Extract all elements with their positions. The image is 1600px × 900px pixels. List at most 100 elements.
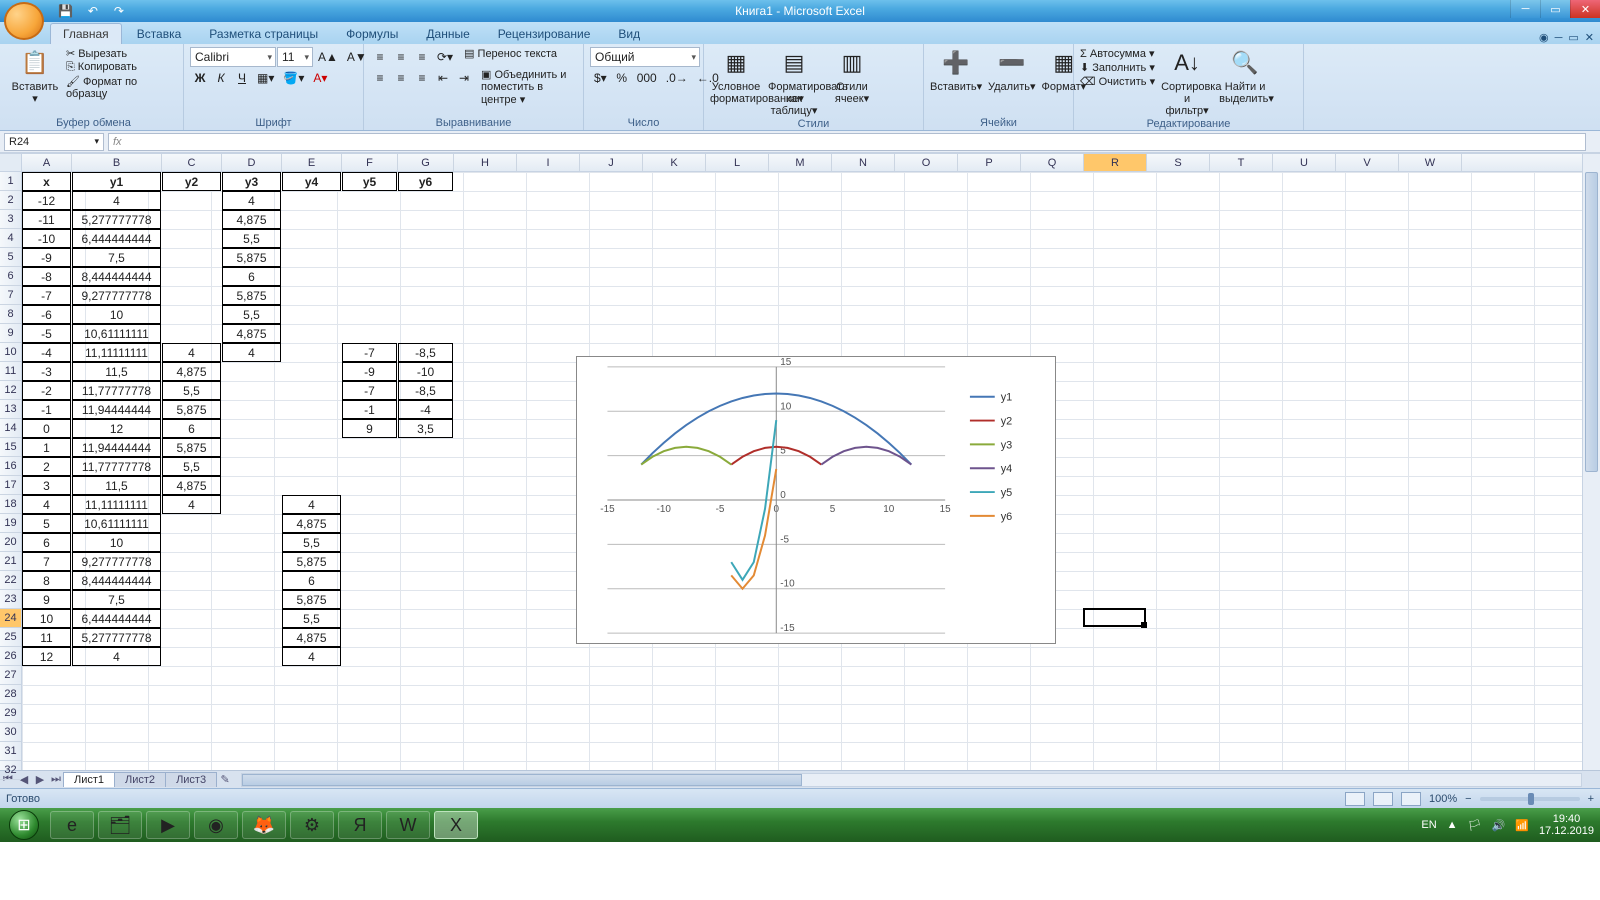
cell-D6[interactable]: 6 (222, 267, 281, 286)
task-excel-icon[interactable]: X (434, 811, 478, 839)
cell-A23[interactable]: 9 (22, 590, 71, 609)
cell-A19[interactable]: 5 (22, 514, 71, 533)
tray-volume-icon[interactable]: 🔊 (1492, 819, 1506, 832)
tab-Главная[interactable]: Главная (50, 23, 122, 44)
cell-E26[interactable]: 4 (282, 647, 341, 666)
v-scroll-thumb[interactable] (1585, 172, 1598, 472)
format-painter-button[interactable]: 🖌 Формат по образцу (66, 75, 177, 100)
format-table-button[interactable]: ▤Форматировать как таблицу▾ (768, 47, 820, 117)
cond-format-button[interactable]: ▦Условное форматирование▾ (710, 47, 762, 105)
cell-B12[interactable]: 11,77777778 (72, 381, 161, 400)
fill-button[interactable]: ⬇ Заполнить ▾ (1080, 61, 1155, 74)
ribbon-close-icon[interactable]: ✕ (1585, 31, 1594, 44)
ribbon-min-icon[interactable]: ─ (1555, 32, 1563, 44)
tab-Вставка[interactable]: Вставка (124, 23, 195, 44)
row-header-11[interactable]: 11 (0, 362, 21, 381)
tray-wifi-icon[interactable]: 📶 (1515, 819, 1529, 832)
row-header-15[interactable]: 15 (0, 438, 21, 457)
ribbon-restore-icon[interactable]: ▭ (1568, 31, 1578, 44)
sort-filter-button[interactable]: A↓Сортировка и фильтр▾ (1161, 47, 1213, 117)
align-right-icon[interactable]: ≡ (412, 68, 432, 88)
minimize-button[interactable]: ─ (1510, 0, 1540, 18)
cell-E24[interactable]: 5,5 (282, 609, 341, 628)
underline-button[interactable]: Ч (232, 68, 252, 88)
row-header-32[interactable]: 32 (0, 761, 21, 780)
row-header-24[interactable]: 24 (0, 609, 21, 628)
cell-A18[interactable]: 4 (22, 495, 71, 514)
cell-A9[interactable]: -5 (22, 324, 71, 343)
row-header-20[interactable]: 20 (0, 533, 21, 552)
row-header-13[interactable]: 13 (0, 400, 21, 419)
font-color-icon[interactable]: A▾ (309, 68, 331, 88)
h-scroll-thumb[interactable] (242, 774, 802, 786)
cell-D5[interactable]: 5,875 (222, 248, 281, 267)
row-header-19[interactable]: 19 (0, 514, 21, 533)
task-ie-icon[interactable]: e (50, 811, 94, 839)
col-header-I[interactable]: I (517, 154, 580, 171)
cell-B14[interactable]: 12 (72, 419, 161, 438)
cell-E19[interactable]: 4,875 (282, 514, 341, 533)
zoom-slider[interactable] (1480, 797, 1580, 801)
qat-save[interactable]: 💾 (54, 1, 77, 21)
new-sheet-icon[interactable]: ✎ (217, 773, 233, 786)
cell-F11[interactable]: -9 (342, 362, 397, 381)
col-header-O[interactable]: O (895, 154, 958, 171)
cell-B25[interactable]: 5,277777778 (72, 628, 161, 647)
cell-A20[interactable]: 6 (22, 533, 71, 552)
cell-E25[interactable]: 4,875 (282, 628, 341, 647)
task-app1-icon[interactable]: ⚙ (290, 811, 334, 839)
cell-D2[interactable]: 4 (222, 191, 281, 210)
col-header-S[interactable]: S (1147, 154, 1210, 171)
cell-B1[interactable]: y1 (72, 172, 161, 191)
cell-C12[interactable]: 5,5 (162, 381, 221, 400)
tray-lang[interactable]: EN (1421, 819, 1436, 831)
align-mid-icon[interactable]: ≡ (391, 47, 411, 67)
zoom-value[interactable]: 100% (1429, 793, 1457, 805)
row-headers[interactable]: 1234567891011121314151617181920212223242… (0, 172, 22, 770)
row-header-3[interactable]: 3 (0, 210, 21, 229)
cell-A7[interactable]: -7 (22, 286, 71, 305)
col-header-J[interactable]: J (580, 154, 643, 171)
row-header-7[interactable]: 7 (0, 286, 21, 305)
column-headers[interactable]: ABCDEFGHIJKLMNOPQRSTUVW (22, 154, 1582, 172)
col-header-Q[interactable]: Q (1021, 154, 1084, 171)
row-header-27[interactable]: 27 (0, 666, 21, 685)
row-header-21[interactable]: 21 (0, 552, 21, 571)
cell-A4[interactable]: -10 (22, 229, 71, 248)
task-explorer-icon[interactable]: 🗂 (98, 811, 142, 839)
align-bot-icon[interactable]: ≡ (412, 47, 432, 67)
row-header-4[interactable]: 4 (0, 229, 21, 248)
row-header-6[interactable]: 6 (0, 267, 21, 286)
cell-C14[interactable]: 6 (162, 419, 221, 438)
row-header-5[interactable]: 5 (0, 248, 21, 267)
cell-C17[interactable]: 4,875 (162, 476, 221, 495)
vertical-scrollbar[interactable] (1582, 154, 1600, 770)
cell-B15[interactable]: 11,94444444 (72, 438, 161, 457)
tab-Вид[interactable]: Вид (605, 23, 653, 44)
tab-Рецензирование[interactable]: Рецензирование (485, 23, 604, 44)
embedded-chart[interactable]: -15-10-5051015-15-10-5051015y1y2y3y4y5y6 (576, 356, 1056, 644)
cell-D1[interactable]: y3 (222, 172, 281, 191)
cell-A22[interactable]: 8 (22, 571, 71, 590)
inc-decimal-icon[interactable]: .0→ (662, 68, 692, 88)
task-firefox-icon[interactable]: 🦊 (242, 811, 286, 839)
cell-B4[interactable]: 6,444444444 (72, 229, 161, 248)
view-pagebreak-icon[interactable] (1401, 792, 1421, 806)
col-header-N[interactable]: N (832, 154, 895, 171)
row-header-22[interactable]: 22 (0, 571, 21, 590)
cell-A5[interactable]: -9 (22, 248, 71, 267)
cell-B5[interactable]: 7,5 (72, 248, 161, 267)
comma-icon[interactable]: 000 (633, 68, 661, 88)
cell-E1[interactable]: y4 (282, 172, 341, 191)
cell-A12[interactable]: -2 (22, 381, 71, 400)
cell-E22[interactable]: 6 (282, 571, 341, 590)
cell-C10[interactable]: 4 (162, 343, 221, 362)
task-chrome-icon[interactable]: ◉ (194, 811, 238, 839)
cell-B23[interactable]: 7,5 (72, 590, 161, 609)
wrap-text-button[interactable]: ▤ Перенос текста (464, 47, 557, 67)
cell-E21[interactable]: 5,875 (282, 552, 341, 571)
task-word-icon[interactable]: W (386, 811, 430, 839)
col-header-R[interactable]: R (1084, 154, 1147, 171)
tab-Данные[interactable]: Данные (413, 23, 482, 44)
cell-D9[interactable]: 4,875 (222, 324, 281, 343)
